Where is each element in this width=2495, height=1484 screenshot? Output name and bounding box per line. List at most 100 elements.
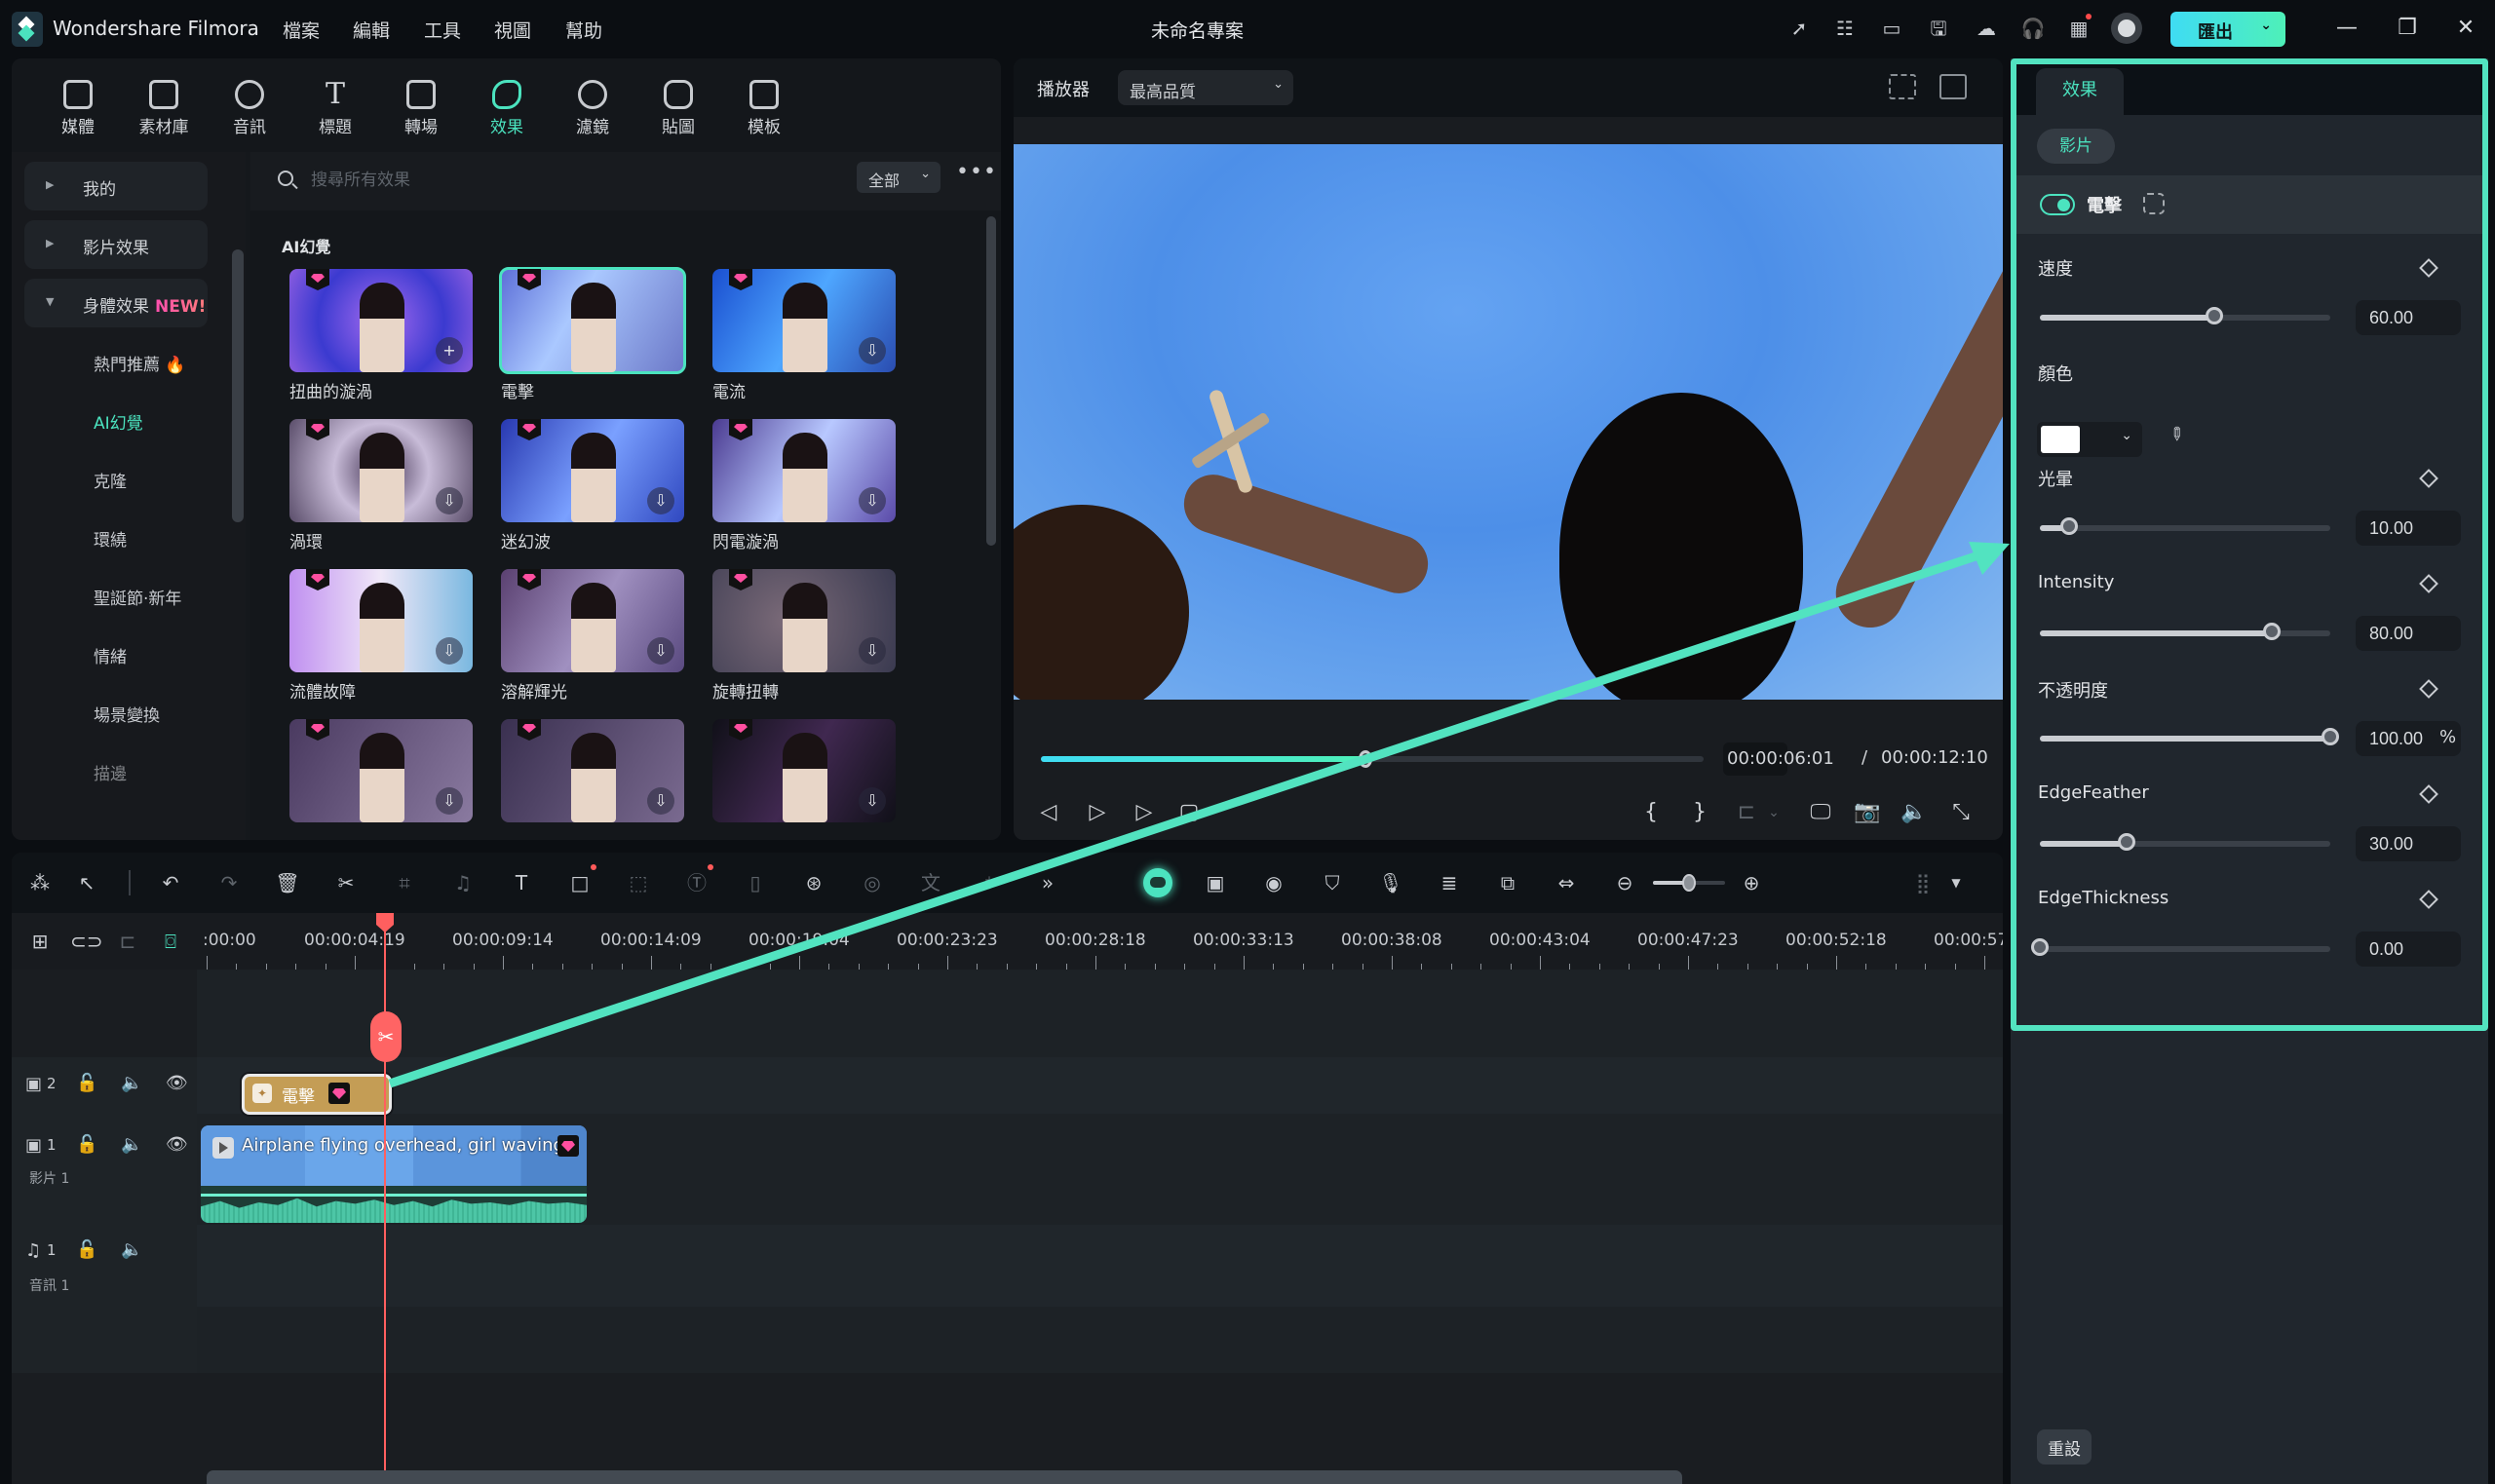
send-feedback-icon[interactable]: ➚ [1786, 16, 1812, 41]
chevron-down-icon[interactable]: ⌄ [2260, 18, 2272, 33]
fullscreen-icon[interactable]: ⤡ [1947, 799, 1975, 826]
effect-card[interactable]: ⇩ [501, 719, 684, 828]
stop-icon[interactable]: ▢ [1175, 799, 1203, 826]
glow-slider[interactable] [2040, 517, 2330, 535]
effect-card[interactable]: + 扭曲的漩渦 [289, 269, 473, 402]
sidebar-scrollbar[interactable] [232, 249, 244, 522]
grid-scrollbar[interactable] [986, 216, 996, 546]
sidebar-item-christmas-newyear[interactable]: 聖誕節·新年 [94, 585, 181, 609]
effect-clip-electric-shock[interactable]: ✦ 電擊 [242, 1074, 392, 1115]
download-icon[interactable]: ⇩ [647, 637, 674, 665]
layout-modules-icon[interactable]: ⁂ [27, 870, 53, 895]
tab-stock[interactable]: 素材庫 [129, 80, 199, 137]
voice-icon[interactable]: ◎ [860, 870, 885, 895]
color-picker-dropdown[interactable]: ⌄ [2037, 422, 2142, 457]
auto-beat-icon[interactable]: ⁺ [977, 870, 1002, 895]
download-icon[interactable]: ⇩ [647, 787, 674, 815]
sidebar-group-video-effects[interactable]: ▶ 影片效果 [24, 220, 208, 269]
play-icon[interactable]: ▷ [1131, 799, 1158, 826]
tab-transitions[interactable]: 轉場 [386, 80, 456, 137]
translate-icon[interactable]: 文 [918, 870, 943, 895]
display-settings-icon[interactable]: 🖵 [1807, 799, 1834, 826]
save-icon[interactable]: 🖫 [1926, 16, 1951, 41]
speed-input[interactable] [2356, 300, 2461, 335]
sidebar-item-trending[interactable]: 熱門推薦 🔥 [94, 351, 186, 375]
video-clip[interactable]: Airplane flying overhead, girl waving [201, 1125, 587, 1223]
zoom-in-icon[interactable]: ⊕ [1739, 870, 1764, 895]
edge-feather-input[interactable] [2356, 826, 2461, 861]
menu-edit[interactable]: 編輯 [353, 17, 390, 43]
download-icon[interactable]: ⇩ [436, 487, 463, 514]
subtab-video[interactable]: 影片 [2037, 129, 2115, 164]
more-tools-icon[interactable]: » [1035, 870, 1060, 895]
caret-down-icon[interactable]: ▼ [1943, 870, 1969, 895]
menu-help[interactable]: 幫助 [565, 17, 602, 43]
slider-knob[interactable] [2059, 517, 2078, 535]
keyframe-diamond-icon[interactable] [2419, 574, 2438, 593]
smart-cutout-icon[interactable]: ⬚ [626, 870, 651, 895]
keyframe-diamond-icon[interactable] [2419, 469, 2438, 488]
tab-stickers[interactable]: 貼圖 [643, 80, 713, 137]
lock-icon[interactable]: 🔓 [76, 1134, 97, 1155]
unlink-icon[interactable]: ⊏ [115, 929, 140, 954]
select-pointer-icon[interactable]: ↖ [74, 870, 99, 895]
user-avatar[interactable] [2111, 13, 2142, 44]
menu-tools[interactable]: 工具 [424, 17, 461, 43]
search-input[interactable] [311, 166, 701, 195]
slider-knob[interactable] [1682, 874, 1696, 892]
add-track-icon[interactable]: ⊞ [27, 929, 53, 954]
effect-enable-toggle[interactable] [2040, 194, 2075, 215]
tab-titles[interactable]: T 標題 [300, 80, 370, 138]
shape-rect-icon[interactable]: □ [567, 864, 596, 895]
tab-templates[interactable]: 模板 [729, 80, 799, 137]
slider-knob[interactable] [2118, 833, 2136, 851]
playhead-line[interactable] [384, 919, 386, 1484]
text-tool-icon[interactable]: T [509, 870, 534, 895]
eye-visibility-icon[interactable]: 👁 [166, 1134, 188, 1155]
lock-icon[interactable]: 🔓 [76, 1073, 97, 1093]
download-icon[interactable]: ⇩ [859, 337, 886, 364]
mark-out-icon[interactable]: } [1686, 799, 1713, 826]
sidebar-item-surround[interactable]: 環繞 [94, 526, 127, 551]
download-icon[interactable]: ⇩ [859, 787, 886, 815]
menu-view[interactable]: 視圖 [494, 17, 531, 43]
tab-audio[interactable]: 音訊 [214, 80, 285, 137]
cloud-icon[interactable]: ☁ [1974, 16, 1999, 41]
restore-button[interactable]: ❐ [2393, 14, 2422, 43]
tab-media[interactable]: 媒體 [43, 80, 113, 137]
task-list-icon[interactable]: ☷ [1832, 16, 1858, 41]
sidebar-item-clone[interactable]: 克隆 [94, 468, 127, 492]
edge-thickness-slider[interactable] [2031, 938, 2330, 956]
audio-wave-icon[interactable]: ▯ [743, 870, 768, 895]
close-button[interactable]: ✕ [2451, 14, 2480, 43]
effect-card[interactable]: ⇩ 迷幻波 [501, 419, 684, 552]
download-icon[interactable]: ⇩ [436, 787, 463, 815]
tab-effects[interactable]: 效果 [472, 80, 542, 137]
eye-visibility-icon[interactable]: 👁 [166, 1073, 188, 1093]
keyframe-diamond-icon[interactable] [2419, 679, 2438, 699]
ai-text-icon[interactable]: Ⓣ [684, 864, 713, 895]
quality-dropdown[interactable]: 最高品質 ⌄ [1118, 70, 1293, 105]
reset-button[interactable]: 重設 [2037, 1429, 2092, 1465]
download-icon[interactable]: ⇩ [859, 637, 886, 665]
volume-icon[interactable]: 🔈 [121, 1134, 142, 1155]
render-preview-icon[interactable]: ◉ [1261, 870, 1286, 895]
slider-knob[interactable] [2031, 938, 2049, 956]
keyframe-diamond-icon[interactable] [2419, 890, 2438, 909]
more-options-icon[interactable]: ••• [956, 160, 997, 184]
progress-knob[interactable] [1359, 750, 1373, 768]
volume-icon[interactable]: 🔈 [1900, 799, 1928, 826]
effect-card[interactable]: ⇩ 電流 [712, 269, 896, 402]
crop-icon[interactable]: ⌗ [392, 870, 417, 895]
opacity-slider[interactable] [2040, 728, 2339, 745]
delete-trash-icon[interactable]: 🗑 [275, 870, 300, 895]
download-icon[interactable]: ⇩ [647, 487, 674, 514]
sidebar-group-body-effects[interactable]: ▼ 身體效果 NEW! [24, 279, 208, 327]
ai-video-icon[interactable]: ▣ [1203, 870, 1228, 895]
prev-frame-icon[interactable]: ◁ [1035, 799, 1062, 826]
sidebar-group-mine[interactable]: ▶ 我的 [24, 162, 208, 210]
glow-input[interactable] [2356, 511, 2461, 546]
intensity-input[interactable] [2356, 616, 2461, 651]
insert-clip-icon[interactable]: ⊏ [1733, 799, 1760, 826]
effect-card[interactable]: ⇩ [289, 719, 473, 828]
